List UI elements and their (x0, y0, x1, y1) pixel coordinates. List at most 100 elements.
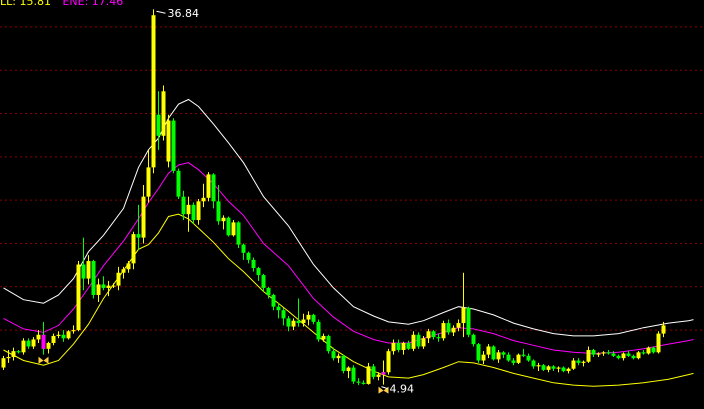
candle-body (66, 331, 71, 339)
candle-body (646, 347, 651, 354)
middle-band-line (3, 162, 694, 355)
candle-body (61, 334, 66, 339)
candle-body (356, 381, 361, 383)
candle-body (221, 217, 226, 222)
max-pointer (156, 10, 166, 14)
candle-body (81, 264, 86, 279)
candle-body (241, 244, 246, 253)
candle-body (656, 333, 661, 353)
candle-body (571, 360, 576, 369)
candle-body (131, 234, 136, 264)
candle-body (566, 368, 571, 372)
candle-body (466, 307, 471, 335)
candle-body (581, 361, 586, 363)
candle-body (21, 340, 26, 353)
candle-body (286, 318, 291, 327)
candle-body (331, 351, 336, 359)
candle-body (471, 334, 476, 345)
candle-body (321, 335, 326, 340)
candle-body (341, 355, 346, 372)
candle-body (1, 358, 6, 368)
candle-body (391, 342, 396, 352)
candle-body (51, 335, 56, 343)
candle-body (586, 349, 591, 362)
candle-body (211, 174, 216, 202)
candle-body (121, 269, 126, 273)
candle-body (31, 339, 36, 347)
candle-body (461, 307, 466, 324)
candle-body (266, 287, 271, 295)
candle-body (376, 374, 381, 377)
candle-body (651, 347, 656, 353)
candle-body (136, 234, 141, 238)
candle-body (176, 170, 181, 197)
candle-body (606, 352, 611, 354)
candle-body (151, 15, 156, 168)
candle-body (101, 284, 106, 288)
candle-body (56, 334, 61, 336)
candle-body (246, 252, 251, 260)
candle-body (601, 352, 606, 354)
candle-body (561, 367, 566, 372)
candle-body (96, 284, 101, 295)
candle-body (46, 342, 51, 349)
candle-body (531, 360, 536, 367)
candle-body (366, 366, 371, 384)
candle-body (91, 261, 96, 295)
candle-body (436, 337, 441, 339)
candle-body (386, 351, 391, 373)
candle-body (76, 264, 81, 331)
candle-body (551, 366, 556, 369)
candle-body (206, 174, 211, 198)
candle-body (576, 360, 581, 363)
candle-body (141, 196, 146, 238)
candle-body (36, 334, 41, 340)
candle-body (621, 353, 626, 359)
candle-body (346, 367, 351, 372)
candle-body (516, 354, 521, 363)
candle-body (186, 204, 191, 215)
candle-body (481, 354, 486, 361)
candle-body (236, 222, 241, 245)
candle-body (281, 310, 286, 319)
candle-body (316, 321, 321, 340)
candle-body (351, 367, 356, 382)
candle-body (226, 217, 231, 236)
min-price-label: 4.94 (390, 383, 415, 396)
candle-body (431, 331, 436, 338)
candle-body (106, 285, 111, 288)
candle-body (296, 320, 301, 324)
candle-body (311, 314, 316, 322)
min-pointer (381, 386, 388, 390)
candle-body (6, 357, 11, 359)
candle-body (521, 354, 526, 356)
candle-body (16, 351, 21, 353)
candlestick-chart: 36.84 4.94 (0, 7, 704, 396)
candle-body (71, 330, 76, 332)
candle-body (426, 331, 431, 339)
candle-body (361, 382, 366, 384)
candle-body (336, 355, 341, 359)
candle-body (616, 355, 621, 359)
candle-body (596, 353, 601, 355)
candle-body (591, 349, 596, 355)
candle-body (441, 323, 446, 339)
candle-body (231, 222, 236, 236)
candle-body (201, 197, 206, 202)
candle-body (301, 319, 306, 324)
candle-body (396, 342, 401, 350)
signal-candle (41, 334, 46, 349)
candle-body (11, 351, 16, 358)
signal-candle (381, 372, 386, 375)
candle-body (326, 335, 331, 352)
candle-body (86, 261, 91, 279)
candle-body (486, 346, 491, 355)
candle-body (196, 201, 201, 221)
candle-body (496, 352, 501, 360)
candle-body (506, 354, 511, 361)
candle-body (216, 201, 221, 222)
candle-body (641, 352, 646, 354)
candle-body (306, 314, 311, 320)
candle-body (416, 334, 421, 347)
candle-body (536, 365, 541, 367)
